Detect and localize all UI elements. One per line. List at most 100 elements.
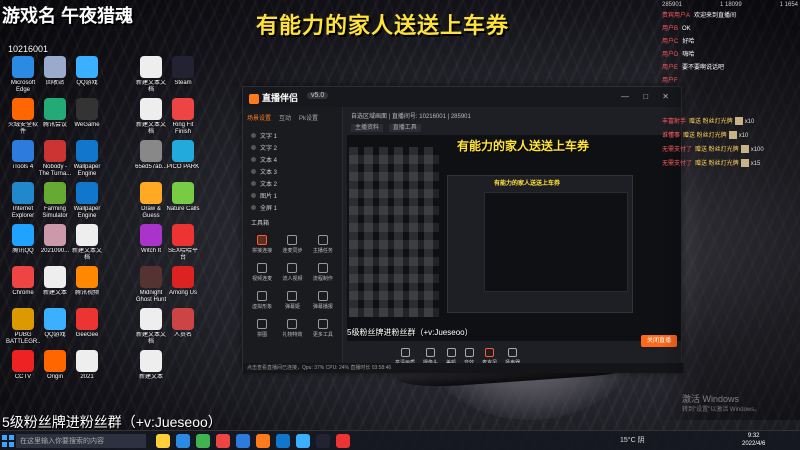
tool-button[interactable]: 拼图 <box>249 317 275 341</box>
scene-item[interactable]: 文字 1 <box>243 128 342 140</box>
desktop-icon[interactable]: CCTV <box>6 350 40 388</box>
desktop-icon[interactable]: Nature Calls <box>166 182 200 220</box>
desktop-icon[interactable]: 新建文本文档 <box>70 224 104 262</box>
tool-button[interactable]: 流程制作 <box>310 261 336 285</box>
tool-button[interactable]: 弹幕姬 <box>279 289 305 313</box>
gift-username[interactable]: 无需支付了 <box>662 147 692 153</box>
desktop-icon[interactable]: Draw & Guess <box>134 182 168 220</box>
desktop-icon[interactable]: 腾讯视频 <box>70 266 104 304</box>
scene-item[interactable]: 全屏 1 <box>243 200 342 212</box>
scene-item[interactable]: 文本 3 <box>243 164 342 176</box>
gift-username[interactable]: 丰富射手 <box>662 119 686 125</box>
windows-start-icon[interactable] <box>2 435 14 447</box>
desktop-icon[interactable]: 新建文本文档 <box>134 308 168 346</box>
taskbar-app-icon[interactable] <box>156 434 170 448</box>
desktop-icon[interactable]: 2021 <box>70 350 104 388</box>
taskbar-app-icon[interactable] <box>336 434 350 448</box>
desktop-icon[interactable]: QQ游戏 <box>38 308 72 346</box>
taskbar-app-icon[interactable] <box>316 434 330 448</box>
eye-icon[interactable] <box>251 145 256 150</box>
clock[interactable]: 9:32 2022/4/6 <box>742 432 765 448</box>
chat-username[interactable]: 用户F <box>662 78 678 84</box>
desktop-icon[interactable]: PICO PARK <box>166 140 200 178</box>
scene-item[interactable]: 文本 2 <box>243 176 342 188</box>
taskbar-app-icon[interactable] <box>296 434 310 448</box>
window-titlebar[interactable]: 直播伴侣 v5.0 — □ ✕ <box>243 87 681 107</box>
tab-host-info[interactable]: 主播资料 <box>351 124 384 132</box>
desktop-icon[interactable]: Microsoft Edge <box>6 56 40 94</box>
desktop-icon[interactable]: SEX哈哈平台 <box>166 224 200 262</box>
desktop-icon[interactable]: Ring Fit Finish <box>166 98 200 136</box>
desktop-icon[interactable]: Origin <box>38 350 72 388</box>
eye-icon[interactable] <box>251 205 256 210</box>
desktop-icon[interactable]: 新建文本 <box>38 266 72 304</box>
chat-username[interactable]: 用户E <box>662 65 678 71</box>
scene-item[interactable]: 文本 4 <box>243 152 342 164</box>
chat-username[interactable]: 用户D <box>662 52 678 58</box>
taskbar-app-icon[interactable] <box>196 434 210 448</box>
desktop-icon[interactable]: Wallpaper Engine <box>70 182 104 220</box>
weather-tray[interactable]: 15°C 阴 <box>620 435 645 445</box>
scene-item[interactable]: 图片 1 <box>243 188 342 200</box>
eye-icon[interactable] <box>251 133 256 138</box>
control-icon <box>464 348 474 357</box>
desktop-icon[interactable]: 新建文本文档 <box>134 56 168 94</box>
tool-button[interactable]: 主播任务 <box>310 233 336 257</box>
chat-username[interactable]: 用户C <box>662 39 678 45</box>
desktop-icon[interactable]: 腾讯QQ <box>6 224 40 262</box>
tool-button[interactable]: 弹幕播报 <box>310 289 336 313</box>
desktop-icon[interactable]: Farming Simulator <box>38 182 72 220</box>
desktop-icon[interactable]: Steam <box>166 56 200 94</box>
taskbar-search-input[interactable]: 在这里输入你要搜索的内容 <box>16 434 146 448</box>
tool-button[interactable]: 流人视频 <box>279 261 305 285</box>
taskbar-app-icon[interactable] <box>256 434 270 448</box>
tool-button[interactable]: 礼物特效 <box>279 317 305 341</box>
desktop-icon[interactable]: 2021090... <box>38 224 72 262</box>
chat-username[interactable]: 用户B <box>662 26 678 32</box>
desktop-icon[interactable]: iTools 4 <box>6 140 40 178</box>
app-icon <box>172 140 194 162</box>
tool-button[interactable]: 连麦同步 <box>279 233 305 257</box>
desktop-icon[interactable]: GeeGee <box>70 308 104 346</box>
desktop-icon[interactable]: 火绒安全软件 <box>6 98 40 136</box>
eye-icon[interactable] <box>251 193 256 198</box>
desktop-icon[interactable]: Chrome <box>6 266 40 304</box>
tool-button[interactable]: 虚拟形象 <box>249 289 275 313</box>
taskbar-app-icon[interactable] <box>216 434 230 448</box>
desktop-icon[interactable]: Among Us <box>166 266 200 304</box>
eye-icon[interactable] <box>251 157 256 162</box>
scene-item[interactable]: 文字 2 <box>243 140 342 152</box>
desktop-icon[interactable]: 回收站 <box>38 56 72 94</box>
tab-pk[interactable]: Pk设置 <box>299 113 318 122</box>
tab-interact[interactable]: 互动 <box>279 113 291 122</box>
desktop-icon[interactable]: Witch It <box>134 224 168 262</box>
desktop-icon[interactable]: QQ游戏 <box>70 56 104 94</box>
scene-label: 文本 2 <box>260 182 278 188</box>
taskbar-app-icon[interactable] <box>276 434 290 448</box>
taskbar-app-icon[interactable] <box>236 434 250 448</box>
chat-username[interactable]: 贵宾用户A <box>662 13 690 19</box>
desktop-icon[interactable]: Wallpaper Engine <box>70 140 104 178</box>
tool-button[interactable]: 视频连麦 <box>249 261 275 285</box>
desktop-icon[interactable]: Internet Explorer <box>6 182 40 220</box>
tool-button[interactable]: 更多工具 <box>310 317 336 341</box>
live-preview[interactable]: 有能力的家人送送上车券 有能力的家人送送上车券 5级粉丝牌进粉丝群（+v:Jue… <box>347 135 681 341</box>
desktop-icon[interactable]: 65ed57ab... <box>134 140 168 178</box>
desktop-icon[interactable]: 新建文本文档 <box>134 98 168 136</box>
taskbar-app-icon[interactable] <box>176 434 190 448</box>
desktop-icon[interactable]: PUBG BATTLEGR... <box>6 308 40 346</box>
desktop-icon[interactable]: Nobody - The Turna... <box>38 140 72 178</box>
desktop-icon[interactable]: Midnight Ghost Hunt <box>134 266 168 304</box>
desktop-icon[interactable]: 新建文本 <box>134 350 168 388</box>
desktop-icon[interactable]: 人员名 <box>166 308 200 346</box>
tab-live-tools[interactable]: 直播工具 <box>388 124 421 132</box>
eye-icon[interactable] <box>251 169 256 174</box>
tab-scene-settings[interactable]: 场景设置 <box>247 113 271 122</box>
desktop-icon[interactable]: 腾讯会议 <box>38 98 72 136</box>
gift-username[interactable]: 无需支付了 <box>662 161 692 167</box>
gift-username[interactable]: 谁懂事 <box>662 133 680 139</box>
scene-list: 文字 1 文字 2 文本 4 文本 3 文本 2 图片 1 全屏 1 <box>243 128 342 212</box>
desktop-icon[interactable]: WeGame <box>70 98 104 136</box>
eye-icon[interactable] <box>251 181 256 186</box>
tool-button[interactable]: 拼接连接 <box>249 233 275 257</box>
